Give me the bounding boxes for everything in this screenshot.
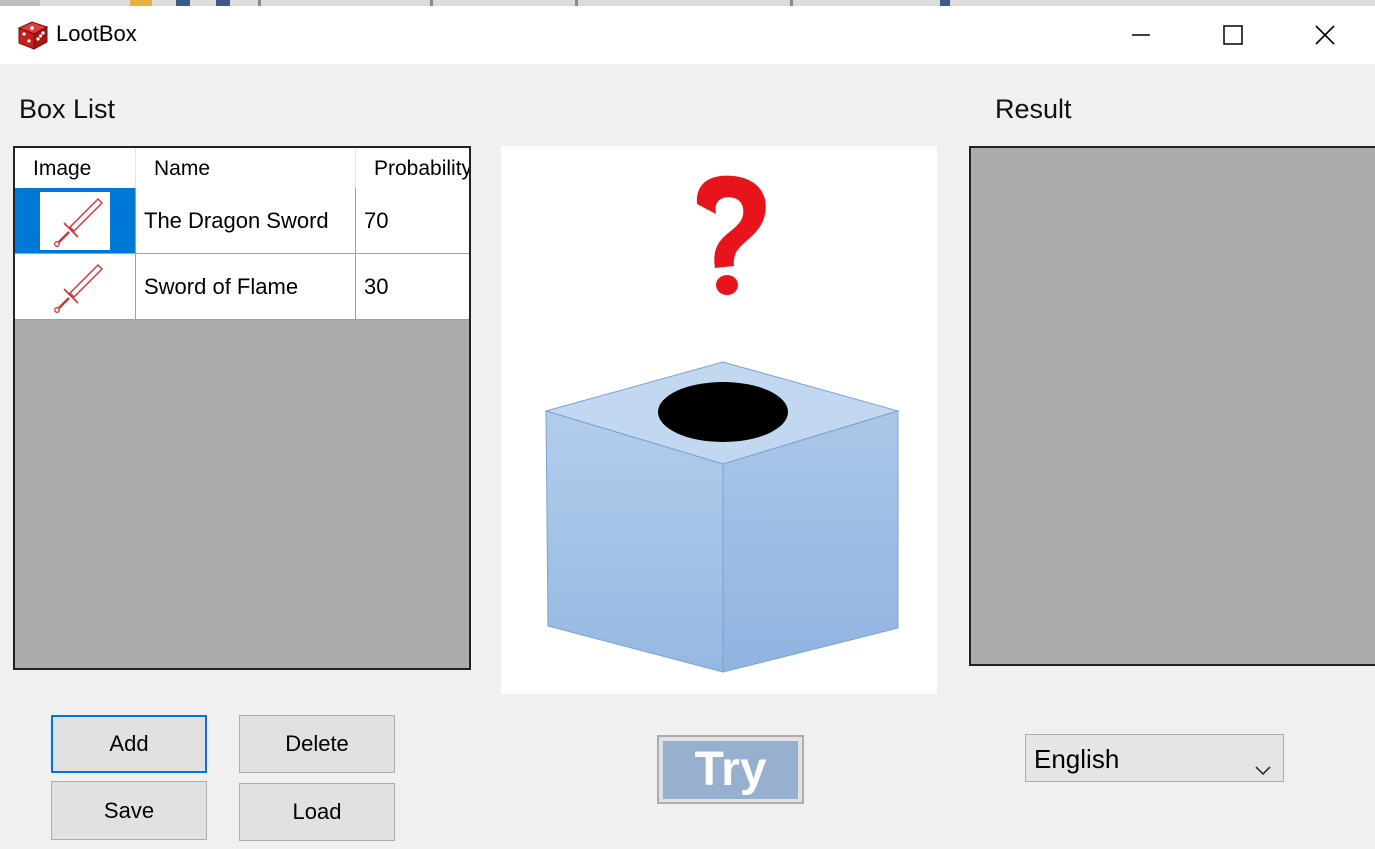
language-select[interactable]: English xyxy=(1025,734,1284,782)
background-status-strip xyxy=(40,843,800,849)
try-button-label: Try xyxy=(663,740,798,799)
delete-button[interactable]: Delete xyxy=(239,715,395,773)
try-button[interactable]: Try xyxy=(657,735,804,804)
result-panel xyxy=(969,146,1375,666)
minimize-button[interactable] xyxy=(1095,6,1187,64)
sword-icon xyxy=(40,191,110,250)
maximize-icon xyxy=(1223,25,1243,45)
column-header-name[interactable]: Name xyxy=(136,148,356,188)
window-title: LootBox xyxy=(56,21,137,46)
column-header-image[interactable]: Image xyxy=(15,148,136,188)
table-row[interactable]: Sword of Flame 30 xyxy=(15,254,469,320)
item-name: The Dragon Sword xyxy=(136,188,356,254)
table-row[interactable]: The Dragon Sword 70 xyxy=(15,188,469,254)
close-button[interactable] xyxy=(1279,6,1371,64)
question-mark-icon xyxy=(696,175,766,295)
lootbox-preview-image xyxy=(501,146,937,694)
item-probability: 70 xyxy=(356,188,469,254)
item-name: Sword of Flame xyxy=(136,254,356,320)
sword-icon xyxy=(40,257,110,316)
column-header-probability[interactable]: Probability xyxy=(356,148,469,188)
save-button[interactable]: Save xyxy=(51,781,207,840)
item-image-cell xyxy=(15,254,136,320)
dice-icon xyxy=(16,18,50,52)
list-header: Image Name Probability xyxy=(15,148,469,189)
chevron-down-icon xyxy=(1253,747,1273,795)
language-selected-value: English xyxy=(1034,744,1120,774)
close-icon xyxy=(1315,25,1335,45)
box-list-view[interactable]: Image Name Probability The Dragon Sword … xyxy=(13,146,471,670)
box-list-label: Box List xyxy=(19,94,116,124)
maximize-button[interactable] xyxy=(1187,6,1279,64)
add-button[interactable]: Add xyxy=(51,715,207,773)
mystery-box-illustration xyxy=(544,175,900,673)
result-label: Result xyxy=(995,94,1072,124)
load-button[interactable]: Load xyxy=(239,783,395,841)
item-image-cell xyxy=(15,188,136,254)
minimize-icon xyxy=(1132,34,1150,36)
title-bar[interactable]: LootBox xyxy=(0,6,1375,64)
item-probability: 30 xyxy=(356,254,469,320)
